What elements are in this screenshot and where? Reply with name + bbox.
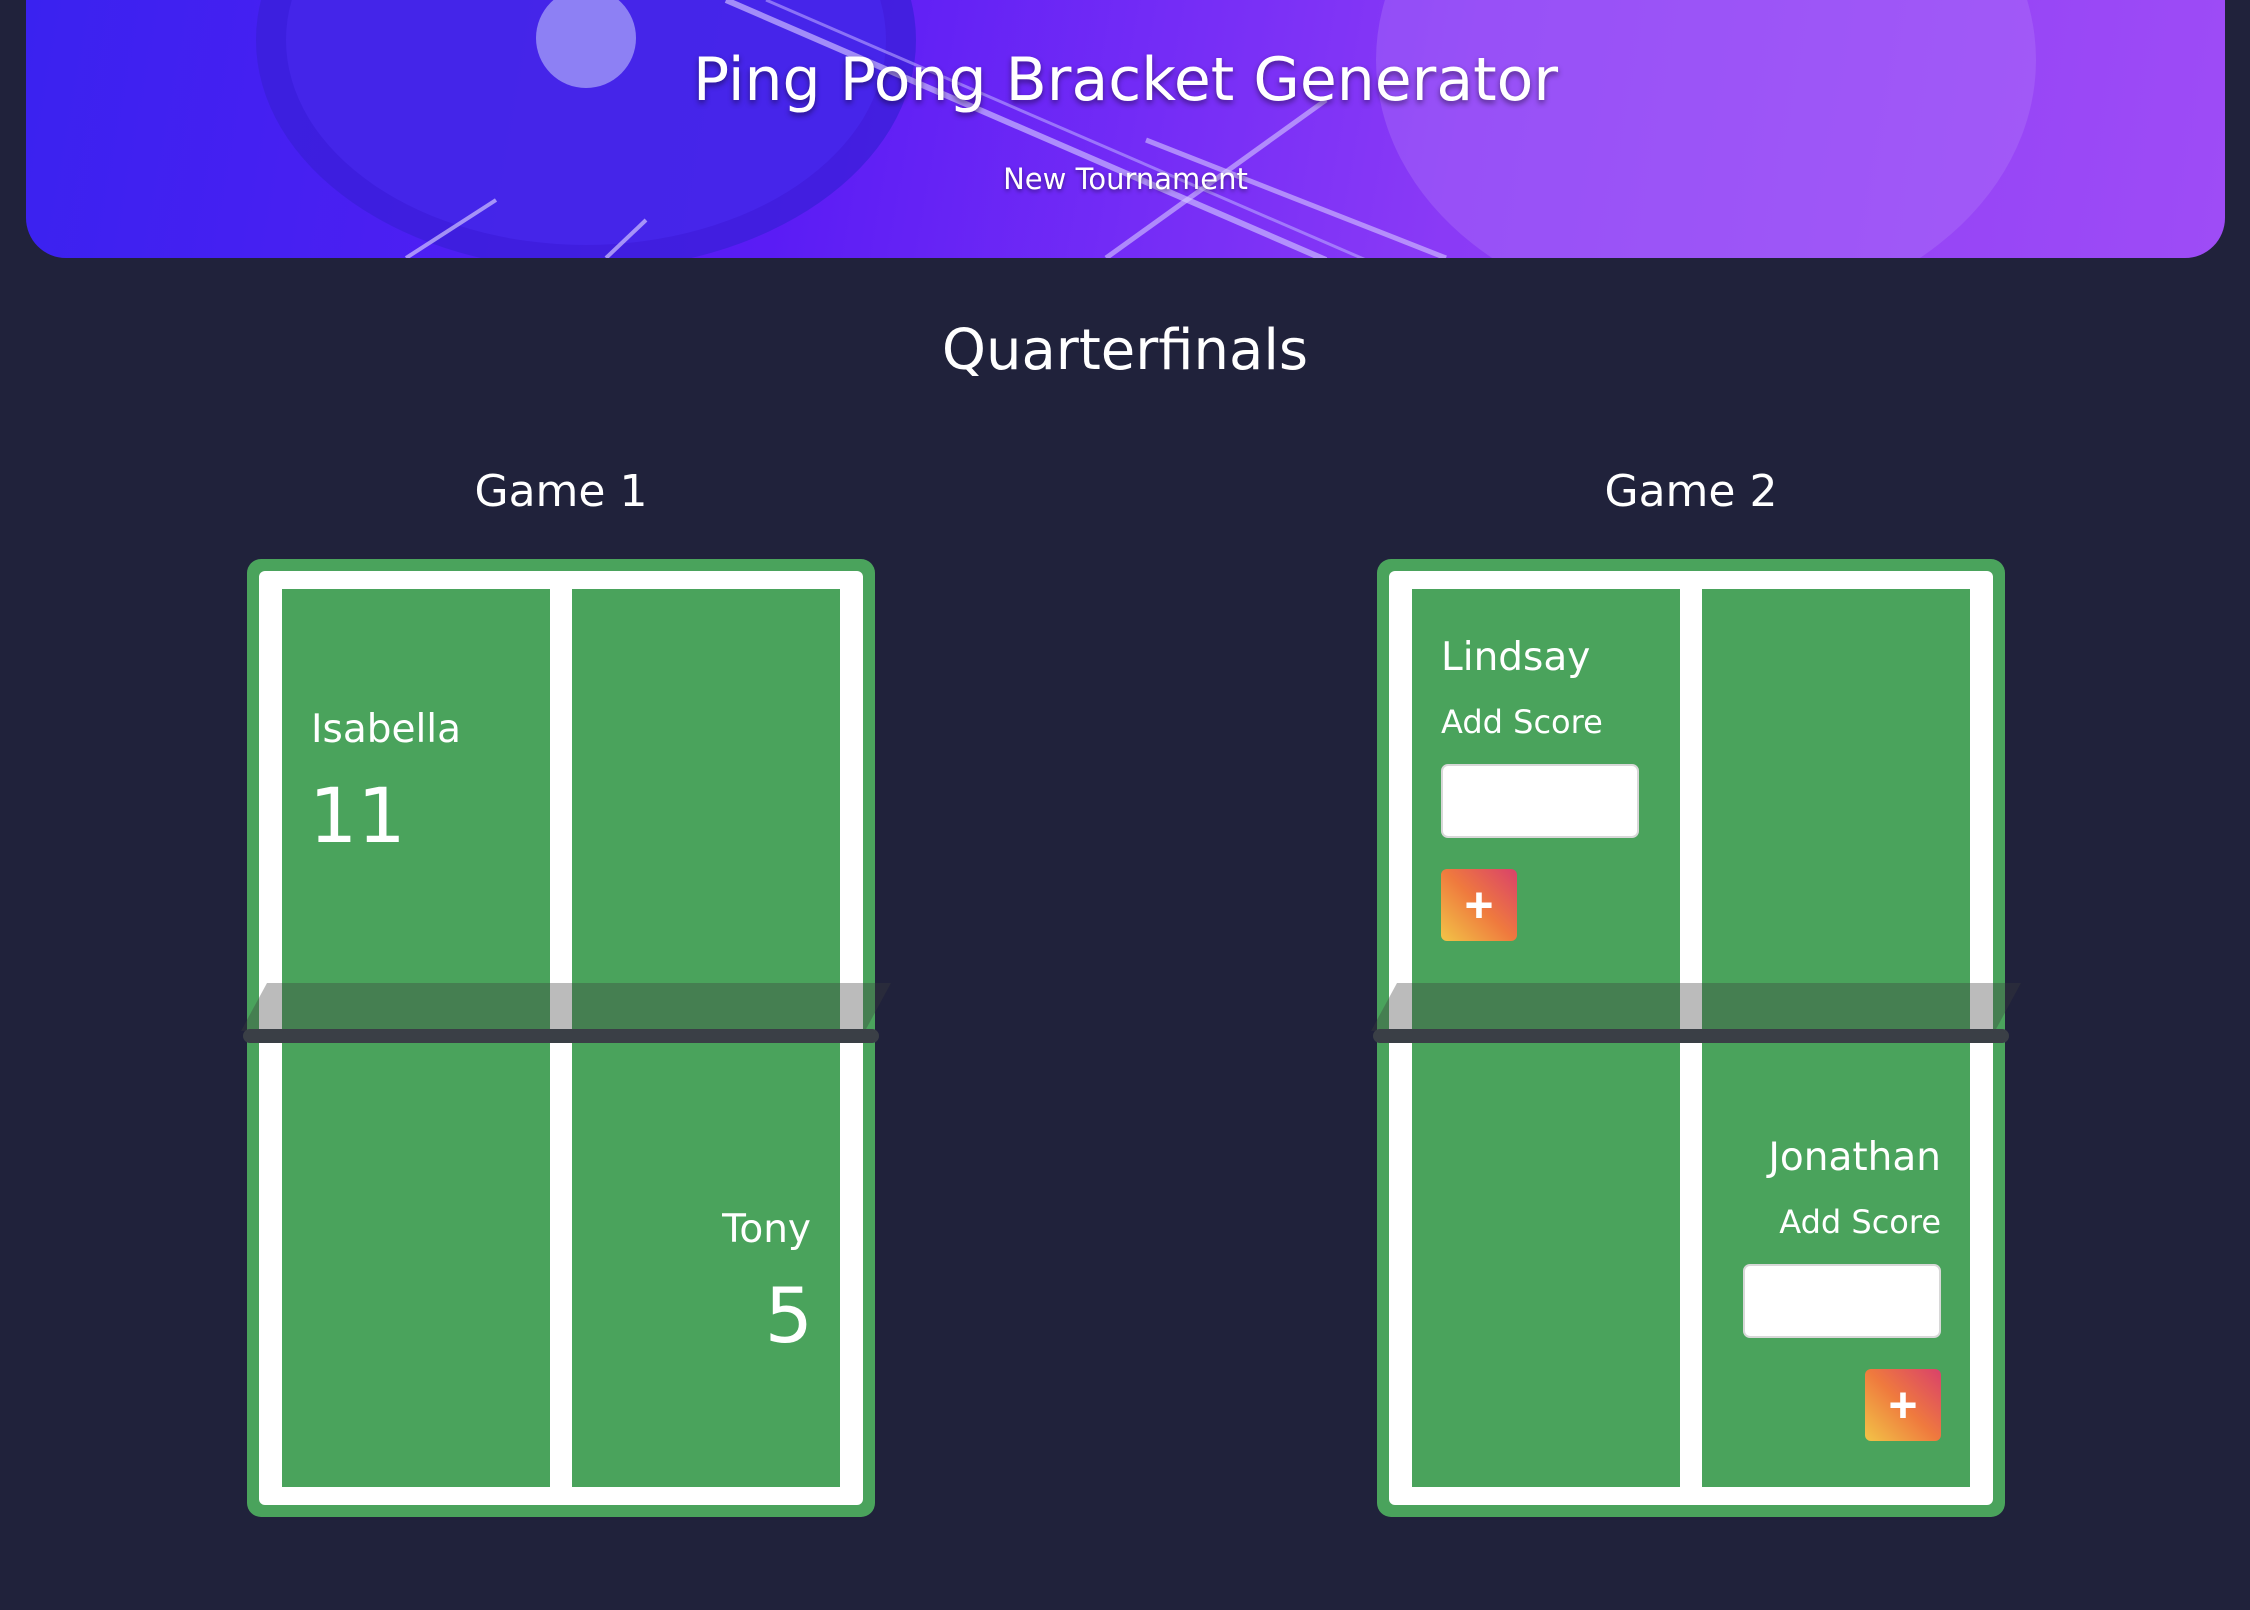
add-score-button[interactable]: + — [1865, 1369, 1941, 1441]
hero-header: Ping Pong Bracket Generator New Tourname… — [26, 0, 2225, 258]
net — [243, 1029, 879, 1043]
round-title: Quarterfinals — [941, 318, 1309, 383]
add-score-button[interactable]: + — [1441, 869, 1517, 941]
player-score: 5 — [764, 1271, 813, 1360]
net-shadow — [1371, 983, 2021, 1031]
add-score-label: Add Score — [1779, 1203, 1941, 1241]
add-score-label: Add Score — [1441, 703, 1603, 741]
game-1-table: Isabella 11 Tony 5 — [241, 559, 891, 1517]
app-title: Ping Pong Bracket Generator — [692, 45, 1559, 115]
new-tournament-link[interactable]: New Tournament — [26, 162, 2225, 196]
player-name: Lindsay — [1441, 635, 1591, 680]
table-quadrant — [282, 1043, 550, 1487]
player-name: Jonathan — [1768, 1135, 1941, 1180]
player-name: Isabella — [311, 707, 462, 752]
table-quadrant — [1702, 589, 1970, 1043]
game-2-table: Lindsay Add Score + Jonathan Add Score + — [1371, 559, 2021, 1517]
table-quadrant — [572, 1043, 840, 1487]
ping-pong-paddles-illustration — [256, 0, 2036, 258]
player-score: 11 — [309, 771, 406, 860]
game-2-title: Game 2 — [1604, 466, 1778, 517]
score-input[interactable] — [1743, 1264, 1941, 1338]
net-shadow — [241, 983, 891, 1031]
score-input[interactable] — [1441, 764, 1639, 838]
player-name: Tony — [722, 1207, 811, 1252]
table-quadrant — [1412, 1043, 1680, 1487]
game-1-title: Game 1 — [474, 466, 648, 517]
net — [1373, 1029, 2009, 1043]
table-quadrant — [572, 589, 840, 1043]
